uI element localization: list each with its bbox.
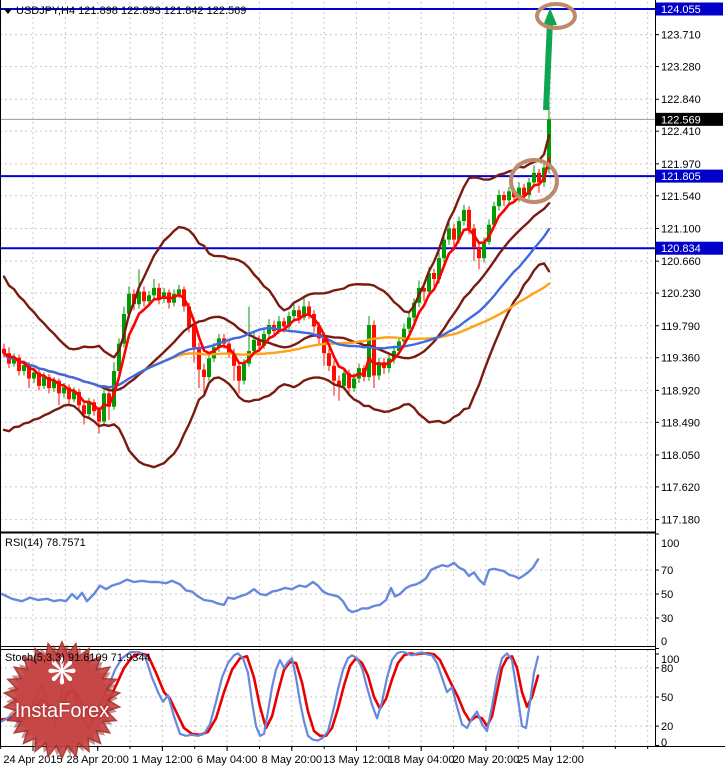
price-marker-label: 122.569 (661, 114, 701, 126)
rsi-line (0, 558, 540, 614)
candle-body (322, 338, 326, 354)
price-tick-label: 123.710 (661, 30, 701, 42)
stochastic-indicator-label: Stoch(5,3,3) 91.6109 71.9344 (5, 652, 151, 664)
price-tick-label: 119.790 (661, 321, 700, 333)
mid-ma-line (2, 227, 551, 389)
time-axis[interactable]: 24 Apr 2015 28 Apr 20:00 1 May 12:00 6 May … (0, 746, 649, 766)
time-tick-label: 18 May 04:00 (388, 754, 455, 766)
candle-body (467, 209, 471, 229)
stoch-scale-label: 0 (661, 737, 667, 749)
rsi-scale-label: 50 (661, 589, 673, 601)
candle-body (452, 228, 456, 240)
candle-body (477, 247, 481, 259)
candle-body (152, 287, 156, 296)
candle-body (282, 321, 286, 327)
candle-body (267, 325, 271, 334)
time-tick-label: 20 May 20:00 (453, 754, 520, 766)
fast-ma-line (2, 157, 551, 412)
time-tick-label: 8 May 20:00 (262, 754, 323, 766)
candle-body (482, 241, 486, 259)
chart-dropdown-icon[interactable] (4, 8, 12, 14)
chart-title: USDJPY,H4 121.898 122.893 121.842 122.56… (16, 5, 247, 17)
candle-body (207, 358, 211, 378)
price-tick-label: 121.100 (661, 223, 701, 235)
chart-title-bar: USDJPY,H4 121.898 122.893 121.842 122.56… (4, 5, 246, 17)
candle-body (532, 172, 536, 183)
rsi-scale-label: 100 (661, 538, 679, 550)
time-tick-label: 13 May 12:00 (323, 754, 390, 766)
candle-body (432, 273, 436, 279)
candle-body (252, 339, 256, 352)
candle-body (342, 373, 346, 386)
candle-body (242, 363, 246, 381)
candle-body (442, 239, 446, 259)
candle-body (142, 291, 146, 302)
rsi-scale-label: 0 (661, 636, 667, 648)
candle-body (447, 228, 451, 240)
price-tick-label: 117.180 (661, 515, 700, 527)
candle-body (507, 191, 511, 201)
price-marker-label: 124.055 (661, 4, 701, 16)
stoch-scale-label: 50 (661, 692, 673, 704)
price-tick-label: 122.840 (661, 94, 701, 106)
bollinger-upper-band (2, 134, 551, 359)
time-tick-label: 1 May 12:00 (132, 754, 193, 766)
candle-body (367, 325, 371, 378)
price-tick-label: 123.280 (661, 62, 701, 74)
indicator-layer (2, 134, 551, 469)
stoch-scale-label: 20 (661, 721, 673, 733)
candle-body (332, 365, 336, 381)
price-tick-label: 118.490 (661, 417, 700, 429)
stoch-scale-label: 80 (661, 663, 673, 675)
candle-body (352, 378, 356, 389)
candle-body (237, 365, 241, 381)
price-tick-label: 121.970 (661, 159, 701, 171)
time-tick-label: 6 May 04:00 (197, 754, 258, 766)
trend-arrow-shaft (543, 21, 553, 111)
price-axis[interactable]: 123.710 123.280 122.840 122.410 121.970 121.5… (655, 2, 723, 750)
candle-body (462, 209, 466, 222)
candle-body (327, 353, 331, 366)
price-tick-label: 118.920 (661, 385, 700, 397)
grid-layer (0, 2, 655, 746)
candle-body (407, 317, 411, 329)
candle-body (292, 310, 296, 317)
price-tick-label: 117.620 (661, 482, 700, 494)
mt4-chart-window: 123.710 123.280 122.840 122.410 121.970 121.5… (0, 0, 725, 769)
candle-body (202, 369, 206, 378)
price-tick-label: 121.540 (661, 191, 701, 203)
price-tick-label: 118.050 (661, 450, 700, 462)
candle-body (497, 195, 501, 207)
price-marker-label: 121.805 (661, 171, 701, 183)
rsi-scale-label: 30 (661, 613, 673, 625)
price-tick-label: 119.360 (661, 353, 700, 365)
candle-body (372, 325, 376, 376)
price-tick-label: 120.230 (661, 288, 701, 300)
candle-body (97, 411, 101, 422)
instaforex-watermark-text: InstaForex (14, 700, 110, 722)
candle-body (502, 195, 506, 201)
price-marker-label: 120.834 (661, 243, 701, 255)
time-tick-label: 24 Apr 2015 (3, 754, 62, 766)
rsi-layer (0, 558, 540, 614)
candle-body (197, 347, 201, 370)
time-tick-label: 25 May 12:00 (517, 754, 584, 766)
price-tick-label: 122.410 (661, 126, 701, 138)
trend-arrow-head (543, 8, 557, 26)
rsi-indicator-label: RSI(14) 78.7571 (5, 537, 86, 549)
rsi-scale-label: 70 (661, 565, 673, 577)
candle-body (307, 306, 311, 314)
candle-body (147, 295, 151, 302)
price-tick-label: 120.660 (661, 256, 701, 268)
candle-body (32, 372, 36, 379)
candle-body (177, 289, 181, 294)
bollinger-middle-band (2, 202, 551, 392)
